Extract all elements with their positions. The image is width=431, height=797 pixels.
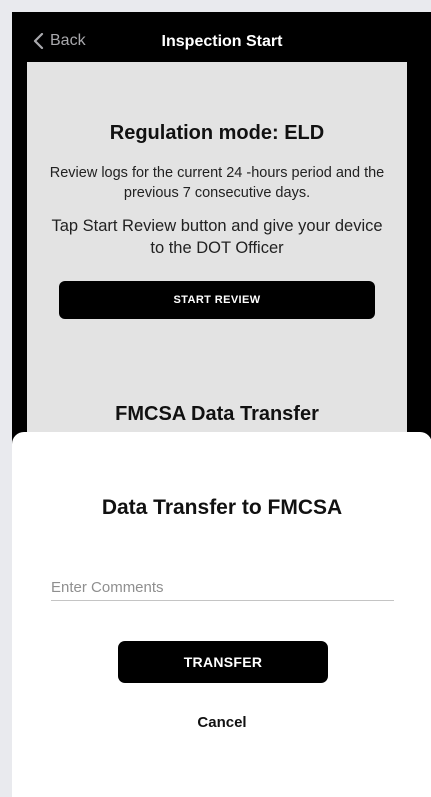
transfer-button[interactable]: TRANSFER (118, 641, 328, 683)
review-instruction: Tap Start Review button and give your de… (51, 217, 383, 257)
data-transfer-sheet: Data Transfer to FMCSA TRANSFER Cancel (12, 432, 431, 797)
fmcsa-section-title: FMCSA Data Transfer (115, 403, 319, 425)
review-description: Review logs for the current 24 -hours pe… (49, 165, 385, 201)
start-review-button[interactable]: START REVIEW (59, 281, 375, 319)
app-screen: Back Inspection Start Regulation mode: E… (12, 12, 431, 797)
page-title: Inspection Start (161, 33, 283, 50)
navigation-bar: Back Inspection Start (12, 12, 431, 62)
cancel-button[interactable]: Cancel (12, 714, 431, 731)
sheet-title: Data Transfer to FMCSA (101, 496, 343, 519)
regulation-mode-title: Regulation mode: ELD (109, 122, 325, 144)
comments-input[interactable] (51, 574, 394, 601)
